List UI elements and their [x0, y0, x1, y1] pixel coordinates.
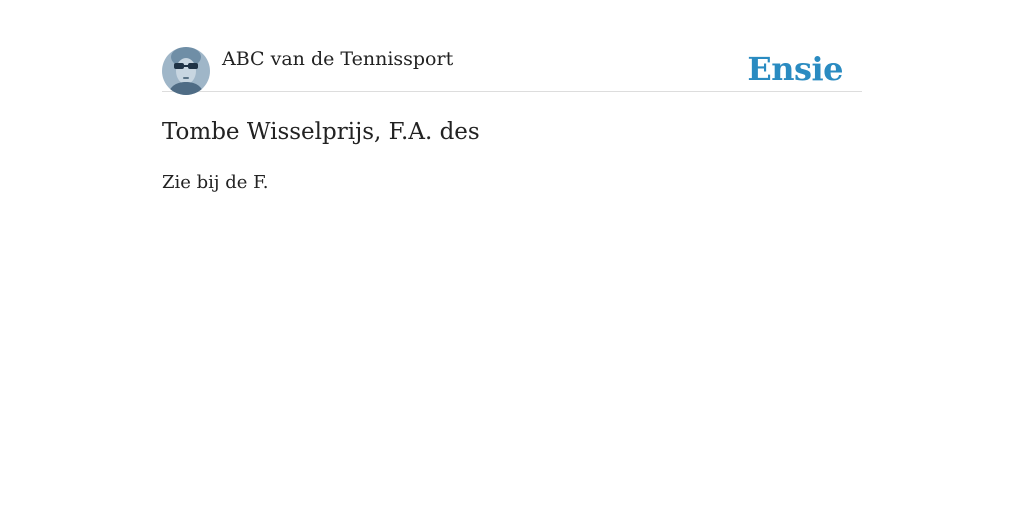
entry-body: Zie bij de F.	[162, 172, 269, 193]
entry-title: Tombe Wisselprijs, F.A. des	[162, 119, 480, 145]
portrait-photo-icon	[162, 47, 210, 95]
avatar[interactable]	[162, 47, 210, 95]
site-title-link[interactable]: ABC van de Tennissport	[222, 47, 453, 71]
brand-logo-link[interactable]: Ensie	[747, 51, 843, 87]
page: ABC van de Tennissport Ensie Tombe Wisse…	[162, 0, 862, 195]
header: ABC van de Tennissport Ensie	[162, 46, 862, 95]
